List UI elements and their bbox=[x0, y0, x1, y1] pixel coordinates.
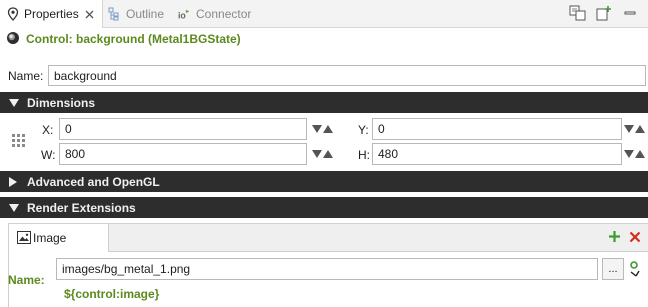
tab-outline-label: Outline bbox=[126, 7, 165, 21]
name-field[interactable] bbox=[48, 65, 646, 86]
increment-icon[interactable] bbox=[322, 125, 333, 133]
tab-properties[interactable]: Properties bbox=[0, 0, 103, 28]
y-field[interactable] bbox=[372, 118, 622, 140]
section-render-extensions[interactable]: Render Extensions bbox=[0, 197, 648, 218]
browse-button[interactable]: ... bbox=[602, 258, 624, 280]
increment-icon[interactable] bbox=[322, 150, 333, 158]
x-field[interactable] bbox=[59, 118, 307, 140]
extension-actions bbox=[608, 230, 641, 246]
h-spinner[interactable] bbox=[620, 143, 648, 165]
collapse-triangle-icon bbox=[9, 98, 21, 107]
tab-image[interactable]: Image bbox=[9, 224, 109, 252]
increment-icon[interactable] bbox=[634, 125, 645, 133]
h-label: H: bbox=[358, 148, 370, 162]
tab-connector-label: Connector bbox=[196, 7, 252, 21]
increment-icon[interactable] bbox=[634, 150, 645, 158]
collapse-triangle-icon bbox=[9, 203, 21, 212]
decrement-icon[interactable] bbox=[623, 150, 634, 158]
image-expression: ${control:image} bbox=[64, 287, 160, 301]
control-header: Control: background (Metal1BGState) bbox=[0, 28, 648, 50]
image-path-field[interactable] bbox=[56, 258, 598, 280]
properties-icon bbox=[6, 7, 20, 21]
add-icon[interactable] bbox=[608, 230, 621, 246]
section-advanced-label: Advanced and OpenGL bbox=[27, 174, 160, 189]
image-icon bbox=[17, 231, 31, 247]
w-field[interactable] bbox=[59, 143, 307, 165]
copy-icon[interactable] bbox=[568, 4, 588, 22]
remove-icon[interactable] bbox=[629, 231, 641, 246]
decrement-icon[interactable] bbox=[311, 150, 322, 158]
expand-triangle-icon bbox=[9, 176, 21, 187]
control-title: Control: background (Metal1BGState) bbox=[26, 32, 241, 46]
control-icon bbox=[6, 31, 20, 48]
tab-image-label: Image bbox=[33, 231, 67, 245]
name-label: Name: bbox=[8, 69, 44, 83]
decrement-icon[interactable] bbox=[311, 125, 322, 133]
link-icon[interactable] bbox=[627, 260, 643, 278]
layout-grid-icon bbox=[12, 134, 26, 148]
decrement-icon[interactable] bbox=[623, 125, 634, 133]
section-dimensions-label: Dimensions bbox=[27, 95, 96, 110]
x-spinner[interactable] bbox=[308, 118, 336, 140]
view-tab-bar: Properties Outline io Connector bbox=[0, 0, 648, 28]
w-label: W: bbox=[41, 148, 56, 162]
new-view-icon[interactable] bbox=[594, 4, 614, 22]
section-advanced-opengl[interactable]: Advanced and OpenGL bbox=[0, 171, 648, 192]
section-dimensions[interactable]: Dimensions bbox=[0, 92, 648, 113]
close-icon[interactable] bbox=[85, 9, 95, 19]
y-spinner[interactable] bbox=[620, 118, 648, 140]
tab-connector[interactable]: io Connector bbox=[178, 0, 251, 28]
section-render-label: Render Extensions bbox=[27, 200, 136, 215]
outline-icon bbox=[108, 7, 122, 21]
name-row: Name: bbox=[0, 64, 648, 88]
extension-tab-strip: Image bbox=[9, 224, 648, 252]
image-name-label: Name: bbox=[8, 273, 45, 287]
tab-properties-label: Properties bbox=[24, 7, 79, 21]
view-toolbar bbox=[568, 4, 640, 22]
x-label: X: bbox=[42, 123, 54, 137]
tab-outline[interactable]: Outline bbox=[108, 0, 164, 28]
connector-icon: io bbox=[178, 7, 192, 21]
svg-text:io: io bbox=[178, 10, 186, 20]
h-field[interactable] bbox=[372, 143, 622, 165]
w-spinner[interactable] bbox=[308, 143, 336, 165]
y-label: Y: bbox=[358, 123, 369, 137]
minimize-icon[interactable] bbox=[620, 4, 640, 22]
